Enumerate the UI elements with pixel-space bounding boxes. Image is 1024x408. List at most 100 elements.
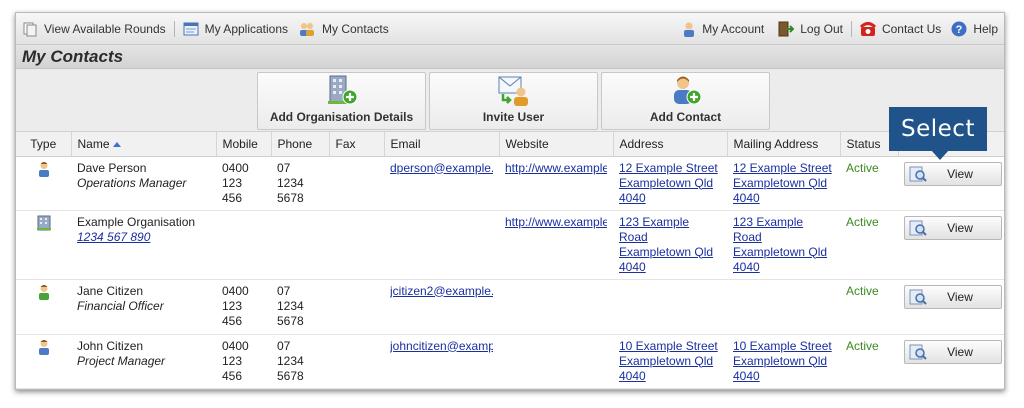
contact-role: Project Manager xyxy=(77,353,166,368)
email-link[interactable]: johncitizen@examp xyxy=(390,339,493,354)
mobile-line: 0400 xyxy=(222,283,249,298)
nav-label: My Applications xyxy=(204,21,289,36)
address-cell: 12 Example Street Exampletown Qld 4040 xyxy=(613,156,727,211)
nav-my-applications[interactable]: My Applications xyxy=(183,21,288,37)
view-button[interactable]: View xyxy=(904,339,1002,364)
address-line: 4040 xyxy=(733,259,760,274)
contact-role: Operations Manager xyxy=(77,175,187,190)
organisation-icon xyxy=(36,215,51,230)
person-icon xyxy=(38,161,49,177)
phone-line: 1234 xyxy=(277,298,304,313)
mobile-line: 123 xyxy=(222,298,243,313)
action-label: Invite User xyxy=(482,110,545,124)
contact-name: John Citizen xyxy=(77,338,144,353)
address-link[interactable]: 10 Example Street Exampletown Qld 4040 xyxy=(619,339,718,383)
nav-log-out[interactable]: Log Out xyxy=(776,21,843,37)
mailing-address-link[interactable]: 10 Example Street Exampletown Qld 4040 xyxy=(733,339,832,383)
nav-divider xyxy=(173,20,175,37)
address-line: 4040 xyxy=(733,190,760,205)
view-button-label: View xyxy=(947,166,973,181)
view-button[interactable]: View xyxy=(904,161,1002,186)
nav-help[interactable]: ? Help xyxy=(951,21,998,37)
rounds-icon xyxy=(23,22,37,36)
email-cell: johncitizen@examp xyxy=(384,334,499,389)
mobile-line: 123 xyxy=(222,175,243,190)
website-cell xyxy=(499,279,613,335)
website-cell: http://www.example xyxy=(499,210,613,280)
nav-contact-us[interactable]: Contact Us xyxy=(859,21,941,37)
nav-view-available-rounds[interactable]: View Available Rounds xyxy=(22,21,166,37)
action-label: Add Organisation Details xyxy=(269,110,414,124)
column-header-email[interactable]: Email xyxy=(384,132,500,157)
mailing-address-cell: 10 Example Street Exampletown Qld 4040 xyxy=(727,334,840,389)
add-contact-button[interactable]: Add Contact xyxy=(601,72,770,130)
mobile-line: 456 xyxy=(222,190,243,205)
address-link[interactable]: 123 Example Road Exampletown Qld 4040 xyxy=(619,215,713,274)
address-link[interactable]: 12 Example Street Exampletown Qld 4040 xyxy=(619,161,718,205)
nav-label: My Contacts xyxy=(322,21,389,36)
address-line: Exampletown Qld xyxy=(733,353,828,368)
contact-role: Financial Officer xyxy=(77,298,164,313)
mailing-address-link[interactable]: 12 Example Street Exampletown Qld 4040 xyxy=(733,161,832,205)
view-button-label: View xyxy=(947,289,973,304)
column-header-phone[interactable]: Phone xyxy=(271,132,330,157)
email-cell: jcitizen2@example. xyxy=(384,279,499,335)
magnifier-icon xyxy=(909,166,927,182)
nav-right: My Account Log Out Contact Us ? Help xyxy=(682,20,998,37)
address-line: Exampletown Qld xyxy=(619,175,714,190)
address-line: Exampletown Qld xyxy=(733,244,828,259)
mobile-line: 0400 xyxy=(222,338,249,353)
address-line: 123 Example xyxy=(619,214,690,229)
name-cell: Jane Citizen Financial Officer xyxy=(71,279,216,335)
address-line: 10 Example Street xyxy=(619,338,718,353)
add-contact-icon xyxy=(673,76,701,105)
mobile-line: 0400 xyxy=(222,160,249,175)
nav-my-contacts[interactable]: My Contacts xyxy=(298,21,389,37)
view-button[interactable]: View xyxy=(904,215,1002,240)
table-row: Dave Person Operations Manager 0400 123 … xyxy=(16,156,1004,211)
column-header-mobile[interactable]: Mobile xyxy=(216,132,272,157)
column-header-address[interactable]: Address xyxy=(613,132,728,157)
column-header-name[interactable]: Name xyxy=(71,132,217,157)
magnifier-icon xyxy=(909,220,927,236)
invite-user-icon xyxy=(498,76,528,106)
website-link[interactable]: http://www.example xyxy=(505,161,607,176)
name-cell: John Citizen Project Manager xyxy=(71,334,216,389)
address-cell xyxy=(613,279,727,335)
person-green-icon xyxy=(38,284,49,300)
address-cell: 10 Example Street Exampletown Qld 4040 xyxy=(613,334,727,389)
email-link[interactable]: dperson@example. xyxy=(390,161,493,176)
email-link[interactable]: jcitizen2@example. xyxy=(390,284,493,299)
add-organisation-details-button[interactable]: Add Organisation Details xyxy=(257,72,426,130)
column-header-label: Name xyxy=(77,136,110,151)
column-header-fax[interactable]: Fax xyxy=(329,132,385,157)
invite-user-button[interactable]: Invite User xyxy=(429,72,598,130)
abn-link[interactable]: 1234 567 890 xyxy=(77,230,150,244)
address-line: Road xyxy=(733,229,762,244)
contact-name: Example Organisation xyxy=(77,214,196,229)
nav-my-account[interactable]: My Account xyxy=(682,21,764,37)
mobile-cell: 0400 123 456 xyxy=(216,156,271,211)
email-cell: dperson@example. xyxy=(384,156,499,211)
table-header-row: Type Name Mobile Phone Fax Email Website… xyxy=(16,132,1004,157)
top-navigation: View Available Rounds My Applications My… xyxy=(16,13,1004,45)
status-badge: Active xyxy=(840,334,898,389)
phone-line: 07 xyxy=(277,338,291,353)
website-link[interactable]: http://www.example xyxy=(505,215,607,230)
nav-left: View Available Rounds My Applications My… xyxy=(22,20,389,37)
column-header-website[interactable]: Website xyxy=(499,132,614,157)
mailing-address-link[interactable]: 123 Example Road Exampletown Qld 4040 xyxy=(733,215,827,274)
column-header-mailing-address[interactable]: Mailing Address xyxy=(727,132,841,157)
table-row: John Citizen Project Manager 0400 123 45… xyxy=(16,334,1004,389)
action-bar: Add Organisation Details Invite User Add… xyxy=(16,69,1004,132)
view-button[interactable]: View xyxy=(904,284,1002,309)
column-header-type[interactable]: Type xyxy=(16,132,72,157)
sort-ascending-icon xyxy=(112,142,121,148)
phone-line: 07 xyxy=(277,160,291,175)
phone-cell: 07 1234 5678 xyxy=(271,156,329,211)
fax-cell xyxy=(329,210,384,280)
abn-wrapper: 1234 567 890 xyxy=(77,230,210,245)
address-line: 10 Example Street xyxy=(733,338,832,353)
select-callout: Select xyxy=(889,107,987,151)
phone-line: 1234 xyxy=(277,175,304,190)
